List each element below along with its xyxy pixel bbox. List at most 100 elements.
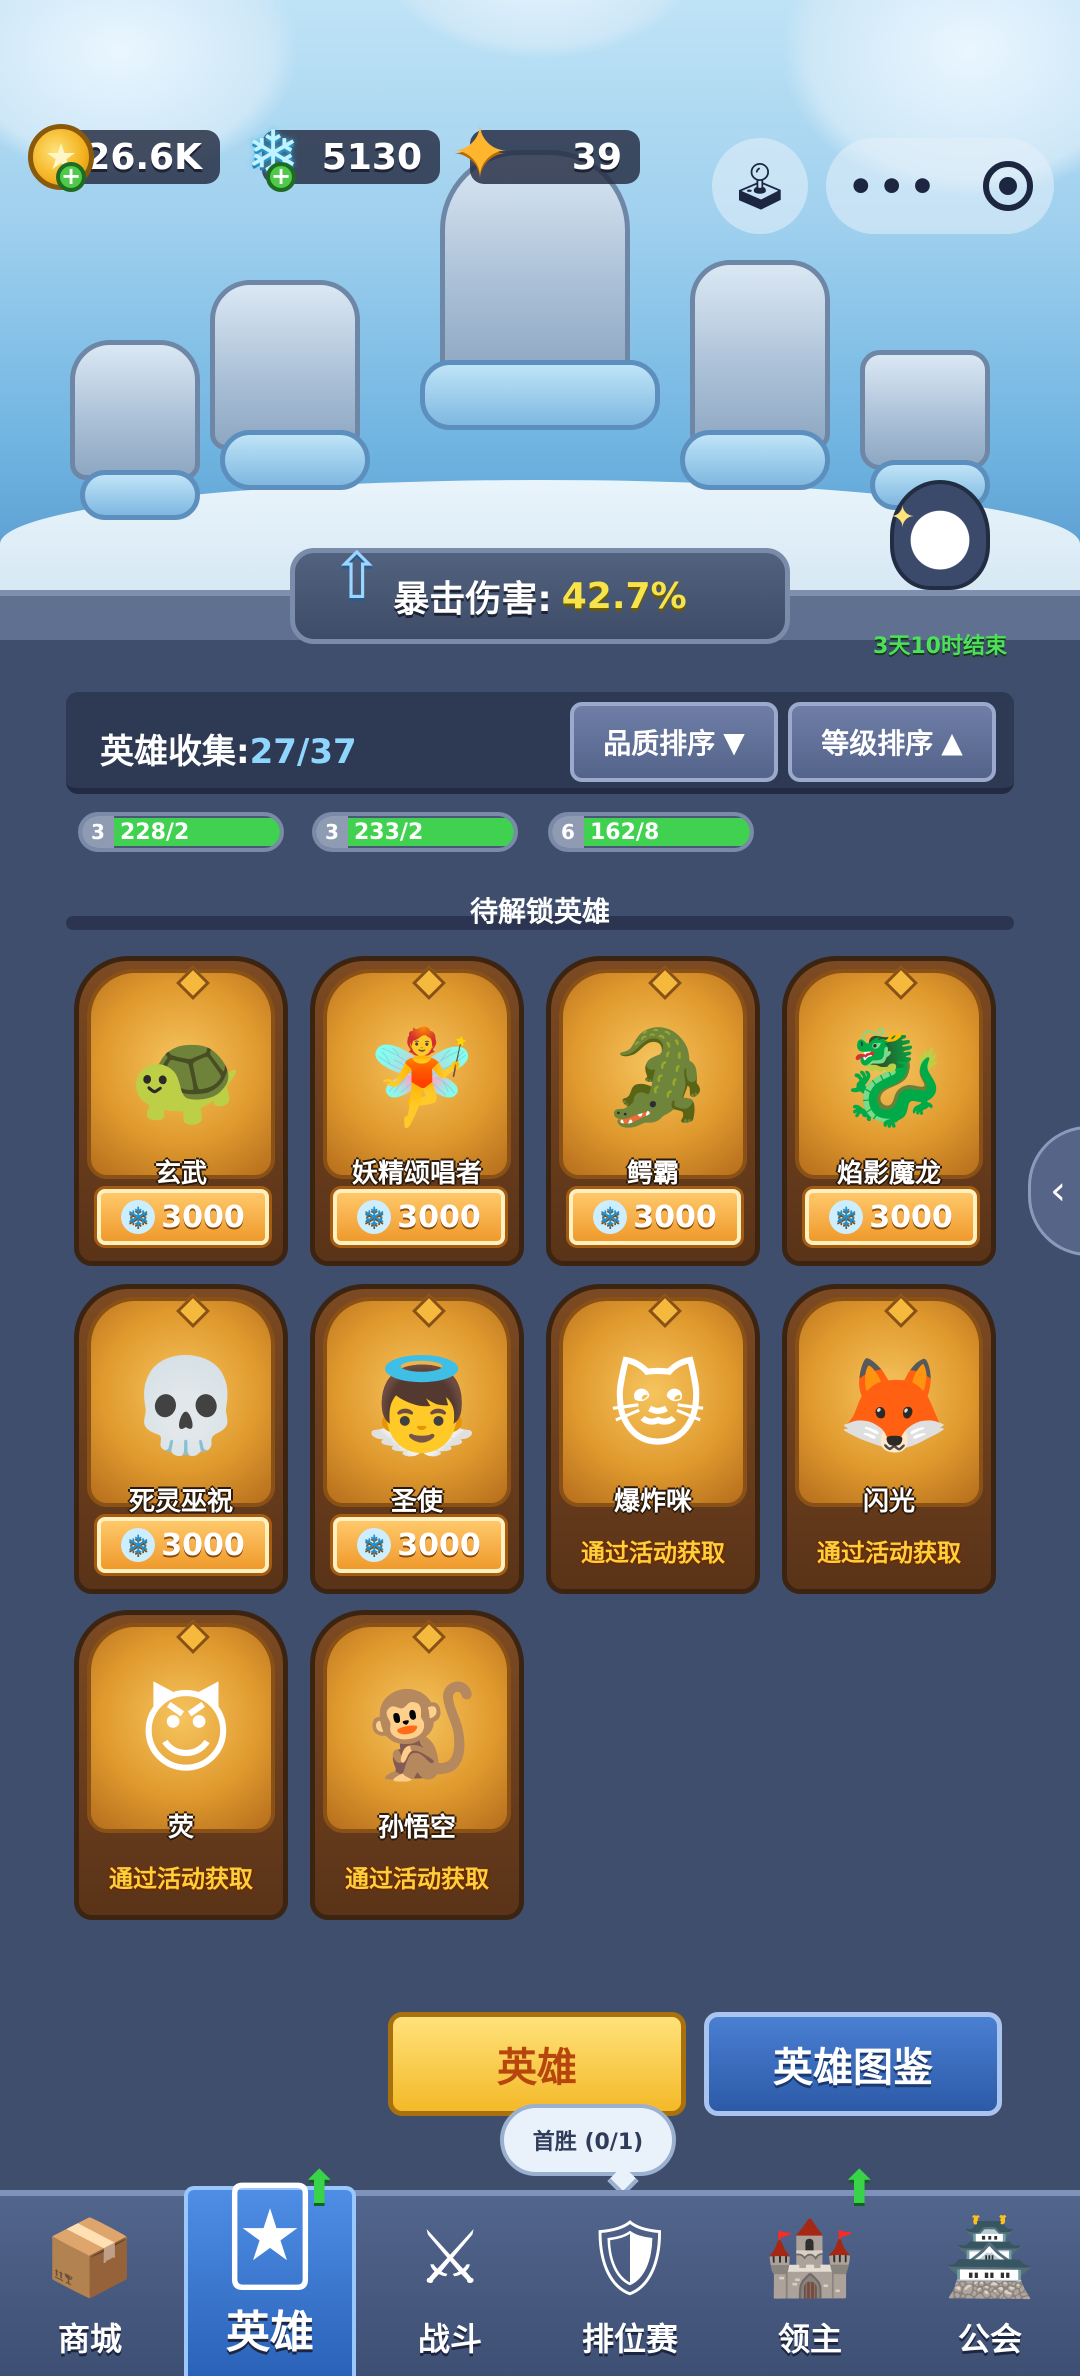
- hero-portrait-frame: 🐒: [323, 1620, 511, 1833]
- unlock-price-button[interactable]: ❄ 3000: [333, 1189, 505, 1245]
- locked-section-title: 待解锁英雄: [469, 895, 610, 928]
- unlock-price-button[interactable]: ❄ 3000: [569, 1189, 741, 1245]
- upgrade-arrow-icon: ⬆: [840, 2160, 879, 2214]
- frame-gem: [412, 1620, 446, 1654]
- hero-name: 爆炸咪: [613, 1487, 692, 1517]
- first-win-text: 首胜 (0/1): [532, 2130, 644, 2155]
- hero-portrait-frame: 🐢: [87, 966, 275, 1179]
- hero-name: 闪光: [862, 1487, 915, 1517]
- owned-heroes-strip: 3 228/2 3 233/2 6 162/8: [0, 812, 1080, 868]
- sparkle-icon: ✦: [890, 500, 916, 535]
- frame-gem: [648, 1294, 682, 1328]
- hero-portrait-frame: 🐉: [795, 966, 983, 1179]
- tab-guild-label: 公会: [957, 2320, 1022, 2358]
- hero-portrait-icon: 💀: [128, 1352, 244, 1459]
- hero-name: 妖精颂唱者: [351, 1159, 482, 1189]
- tab-lord[interactable]: 🏰 领主: [720, 2190, 900, 2376]
- diamond-icon: ❄: [121, 1528, 156, 1562]
- tab-battle[interactable]: ⚔ 战斗: [360, 2190, 540, 2376]
- event-penguin[interactable]: ✦: [850, 480, 1030, 610]
- diamond-icon: ❄: [829, 1200, 864, 1234]
- hero-card-sun-wukong[interactable]: 🐒 孙悟空 通过活动获取: [310, 1610, 524, 1920]
- collection-count: 27/37: [249, 732, 357, 772]
- hero-card-ying[interactable]: 😈 荧 通过活动获取: [74, 1610, 288, 1920]
- sort-quality-label: 品质排序: [603, 727, 716, 760]
- tab-heroes[interactable]: 🃏 英雄: [184, 2183, 356, 2376]
- event-timer: 3天10时结束: [873, 634, 1007, 659]
- hero-name: 鳄霸: [626, 1159, 679, 1189]
- owned-hero-progress: 162/8: [584, 818, 750, 846]
- hero-portrait-icon: 🐱: [610, 1352, 706, 1460]
- tab-ranked-label: 排位赛: [581, 2320, 678, 2358]
- hero-card-flash[interactable]: 🦊 闪光 通过活动获取: [782, 1284, 996, 1594]
- hero-portrait-frame: 👼: [323, 1294, 511, 1507]
- hero-portrait-frame: 🦊: [795, 1294, 983, 1507]
- hero-portrait-frame: 🐱: [559, 1294, 747, 1507]
- hero-name: 圣使: [390, 1487, 443, 1517]
- hero-portrait-frame: 🐊: [559, 966, 747, 1179]
- shop-chest-icon: 📦: [43, 2214, 137, 2301]
- close-target-icon[interactable]: [982, 161, 1033, 211]
- unlock-price-button[interactable]: ❄ 3000: [333, 1517, 505, 1573]
- hero-card-boom-cat[interactable]: 🐱 爆炸咪 通过活动获取: [546, 1284, 760, 1594]
- unlock-price-button[interactable]: ❄ 3000: [97, 1189, 269, 1245]
- banner-icon: 🏰: [763, 2214, 857, 2301]
- pedestal: [220, 430, 370, 490]
- unlock-price: 3000: [397, 1199, 481, 1235]
- tab-shop[interactable]: 📦 商城: [0, 2190, 180, 2376]
- hero-card-croc-boss[interactable]: 🐊 鳄霸 ❄ 3000: [546, 956, 760, 1266]
- unlock-price-button[interactable]: ❄ 3000: [97, 1517, 269, 1573]
- unlock-price: 3000: [869, 1199, 953, 1235]
- frame-gem: [176, 1294, 210, 1328]
- pedestal: [80, 470, 200, 520]
- frame-gem: [412, 966, 446, 1000]
- owned-hero-level: 6: [552, 816, 584, 848]
- crossed-swords-icon: ⚔: [416, 2215, 484, 2301]
- crit-arrow-icon: ⇧: [330, 540, 384, 614]
- snow-drift-top: [380, 0, 700, 60]
- collection-title: 英雄收集:27/37: [100, 724, 357, 773]
- joystick-button[interactable]: 🕹: [712, 138, 808, 234]
- crystal-amount: 39: [571, 136, 622, 178]
- sort-level-button[interactable]: 等级排序 ▲: [788, 702, 996, 782]
- hero-name: 死灵巫祝: [128, 1487, 233, 1517]
- statue-golem: [70, 340, 200, 480]
- add-diamond-button[interactable]: +: [266, 162, 296, 192]
- owned-hero-progress: 228/2: [114, 818, 280, 846]
- joystick-icon: 🕹: [730, 158, 790, 213]
- heroes-button[interactable]: 英雄: [388, 2012, 686, 2116]
- hero-card-fairy-singer[interactable]: 🧚 妖精颂唱者 ❄ 3000: [310, 956, 524, 1266]
- triangle-up-icon: ▲: [941, 725, 963, 759]
- upgrade-arrow-icon: ⬆: [300, 2160, 339, 2214]
- diamond-icon: ❄: [121, 1200, 156, 1234]
- pedestal-center: [420, 360, 660, 430]
- hero-portrait-icon: 😈: [138, 1678, 234, 1786]
- hero-card-xuanwu[interactable]: 🐢 玄武 ❄ 3000: [74, 956, 288, 1266]
- crit-damage-value: 42.7%: [561, 575, 687, 617]
- miniapp-capsule: •••: [826, 138, 1054, 234]
- frame-gem: [884, 966, 918, 1000]
- frame-gem: [176, 966, 210, 1000]
- hero-card-necromancer[interactable]: 💀 死灵巫祝 ❄ 3000: [74, 1284, 288, 1594]
- tab-guild[interactable]: 🏯 公会: [900, 2190, 1080, 2376]
- tab-heroes-label: 英雄: [226, 2307, 314, 2358]
- add-gold-button[interactable]: +: [56, 162, 86, 192]
- frame-gem: [176, 1620, 210, 1654]
- unlock-price-button[interactable]: ❄ 3000: [805, 1189, 977, 1245]
- tab-lord-label: 领主: [777, 2320, 842, 2358]
- statue-knight: [690, 260, 830, 450]
- tab-shop-label: 商城: [57, 2320, 122, 2358]
- hero-card-shadow-dragon[interactable]: 🐉 焰影魔龙 ❄ 3000: [782, 956, 996, 1266]
- first-win-tooltip: 首胜 (0/1): [500, 2104, 676, 2176]
- more-icon[interactable]: •••: [847, 162, 940, 211]
- statue-wolf: [210, 280, 360, 450]
- sort-quality-button[interactable]: 品质排序 ▼: [570, 702, 778, 782]
- tab-ranked[interactable]: 🛡 排位赛: [540, 2190, 720, 2376]
- hero-name: 荧: [167, 1813, 194, 1843]
- hero-portrait-frame: 😈: [87, 1620, 275, 1833]
- hero-codex-button[interactable]: 英雄图鉴: [704, 2012, 1002, 2116]
- tab-battle-label: 战斗: [417, 2320, 482, 2358]
- collection-label: 英雄收集:: [100, 732, 250, 772]
- side-panel-toggle[interactable]: ‹: [1028, 1126, 1080, 1256]
- hero-card-saint[interactable]: 👼 圣使 ❄ 3000: [310, 1284, 524, 1594]
